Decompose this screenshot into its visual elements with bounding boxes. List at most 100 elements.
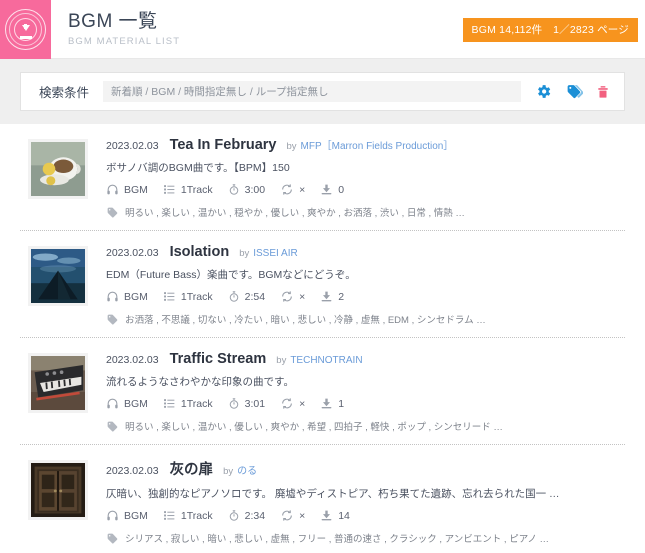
song-title[interactable]: Tea In February xyxy=(170,137,277,153)
list-item-info: 2023.02.03 灰の扉 by のる 仄暗い、独創的なピアノソロです。 廃墟… xyxy=(88,458,625,545)
meta-category-value: BGM xyxy=(124,509,148,522)
download-icon xyxy=(321,510,332,521)
by-label: by xyxy=(276,355,287,366)
song-tags-value[interactable]: 明るい , 楽しい , 温かい , 優しい , 爽やか , 希望 , 四拍子 ,… xyxy=(125,419,503,433)
thumbnail[interactable] xyxy=(28,353,88,413)
meta-tracks-value: 1Track xyxy=(180,290,213,303)
meta-tracks-value: 1Track xyxy=(180,397,213,410)
loop-icon xyxy=(282,184,292,195)
song-description: 流れるようなさわやかな印象の曲です。 xyxy=(106,376,294,388)
meta-duration-value: 2:54 xyxy=(244,290,266,303)
list-item[interactable]: 2023.02.03 Traffic Stream by TECHNOTRAIN… xyxy=(20,338,625,445)
song-meta: BGM 1Track xyxy=(106,183,625,196)
release-date: 2023.02.03 xyxy=(106,354,159,366)
headphones-icon xyxy=(107,510,118,521)
release-date: 2023.02.03 xyxy=(106,140,159,152)
meta-tracks-value: 1Track xyxy=(180,183,213,196)
search-condition-label: 検索条件 xyxy=(39,86,90,100)
release-date: 2023.02.03 xyxy=(106,247,159,259)
list-item-heading: 2023.02.03 灰の扉 by のる xyxy=(106,458,625,479)
meta-downloads-value: 1 xyxy=(338,397,345,410)
page-title: BGM 一覧 xyxy=(68,11,158,33)
meta-downloads: 0 xyxy=(320,183,344,196)
artist-link[interactable]: MFP［Marron Fields Production］ xyxy=(301,137,454,152)
song-tags: シリアス , 寂しい , 暗い , 悲しい , 虚無 , フリー , 普通の速さ… xyxy=(106,531,625,545)
by-label: by xyxy=(239,248,250,259)
meta-duration: 3:00 xyxy=(228,183,265,196)
by-label: by xyxy=(223,466,234,477)
song-description: 仄暗い、独創的なピアノソロです。 廃墟やディストピア、朽ち果てた遺跡、忘れ去られ… xyxy=(106,488,560,500)
meta-downloads-value: 2 xyxy=(338,290,345,303)
artist-link[interactable]: TECHNOTRAIN xyxy=(290,355,362,366)
song-tags: 明るい , 楽しい , 温かい , 穏やか , 優しい , 爽やか , お洒落 … xyxy=(106,205,625,219)
song-meta: BGM 1Track xyxy=(106,290,625,303)
song-meta: BGM 1Track xyxy=(106,509,625,522)
song-tags-value[interactable]: 明るい , 楽しい , 温かい , 穏やか , 優しい , 爽やか , お洒落 … xyxy=(125,205,465,219)
page-subtitle: BGM MATERIAL LIST xyxy=(68,35,181,47)
thumbnail[interactable] xyxy=(28,246,88,306)
song-title[interactable]: Traffic Stream xyxy=(170,351,267,367)
list-item-heading: 2023.02.03 Traffic Stream by TECHNOTRAIN xyxy=(106,351,625,367)
stopwatch-icon xyxy=(229,510,238,521)
loop-icon xyxy=(282,291,292,302)
meta-duration: 2:54 xyxy=(228,290,265,303)
meta-loop-value: × xyxy=(299,509,306,522)
meta-tracks-value: 1Track xyxy=(180,509,213,522)
meta-duration-value: 3:01 xyxy=(244,397,266,410)
meta-category-value: BGM xyxy=(124,183,148,196)
headphones-icon xyxy=(107,291,118,302)
tag-icon xyxy=(107,207,118,218)
tracklist-icon xyxy=(164,185,175,194)
song-tags-value[interactable]: シリアス , 寂しい , 暗い , 悲しい , 虚無 , フリー , 普通の速さ… xyxy=(125,531,549,545)
list-item[interactable]: 2023.02.03 Tea In February by MFP［Marron… xyxy=(20,124,625,231)
search-actions xyxy=(535,83,610,101)
meta-duration-value: 2:34 xyxy=(244,509,266,522)
tag-icon xyxy=(107,421,118,432)
teacup-photo-icon xyxy=(31,142,85,196)
meta-downloads: 2 xyxy=(320,290,344,303)
list-item-info: 2023.02.03 Tea In February by MFP［Marron… xyxy=(88,137,625,219)
search-condition-box: 検索条件 新着順 / BGM / 時間指定無し / ループ指定無し xyxy=(20,72,625,111)
loop-icon xyxy=(282,510,292,521)
page-header: BGM 一覧 BGM MATERIAL LIST BGM 14,112件 1／2… xyxy=(0,0,645,59)
download-icon xyxy=(321,398,332,409)
by-label: by xyxy=(286,141,297,152)
meta-loop-value: × xyxy=(299,183,306,196)
meta-loop: × xyxy=(280,509,305,522)
stopwatch-icon xyxy=(229,291,238,302)
gear-icon[interactable] xyxy=(535,83,552,100)
artist-link[interactable]: ISSEI AIR xyxy=(253,248,297,259)
pyramid-night-photo-icon xyxy=(31,249,85,303)
tag-icon[interactable] xyxy=(565,83,583,100)
list-item-info: 2023.02.03 Isolation by ISSEI AIR EDM（Fu… xyxy=(88,244,625,326)
meta-loop-value: × xyxy=(299,290,306,303)
list-item-heading: 2023.02.03 Isolation by ISSEI AIR xyxy=(106,244,625,260)
artist-link[interactable]: のる xyxy=(237,462,257,477)
tracklist-icon xyxy=(164,511,175,520)
meta-duration-value: 3:00 xyxy=(244,183,266,196)
list-item[interactable]: 2023.02.03 Isolation by ISSEI AIR EDM（Fu… xyxy=(20,231,625,338)
dark-door-photo-icon xyxy=(31,463,85,517)
site-logo[interactable] xyxy=(0,0,51,59)
search-condition-value[interactable]: 新着順 / BGM / 時間指定無し / ループ指定無し xyxy=(103,81,521,102)
download-seal-logo-icon xyxy=(5,9,46,50)
song-title[interactable]: 灰の扉 xyxy=(170,458,214,479)
song-tags-value[interactable]: お洒落 , 不思議 , 切ない , 冷たい , 暗い , 悲しい , 冷静 , … xyxy=(125,312,486,326)
headphones-icon xyxy=(107,184,118,195)
song-description: ボサノバ調のBGM曲です。【BPM】150 xyxy=(106,162,290,174)
meta-downloads-value: 14 xyxy=(338,509,350,522)
song-title[interactable]: Isolation xyxy=(170,244,230,260)
list-item[interactable]: 2023.02.03 灰の扉 by のる 仄暗い、独創的なピアノソロです。 廃墟… xyxy=(20,445,625,553)
tracklist-icon xyxy=(164,399,175,408)
meta-category-value: BGM xyxy=(124,290,148,303)
meta-loop: × xyxy=(280,397,305,410)
trash-icon[interactable] xyxy=(596,83,610,101)
thumbnail[interactable] xyxy=(28,139,88,199)
song-tags: 明るい , 楽しい , 温かい , 優しい , 爽やか , 希望 , 四拍子 ,… xyxy=(106,419,625,433)
meta-tracks: 1Track xyxy=(163,397,213,410)
meta-duration: 2:34 xyxy=(228,509,265,522)
meta-category-value: BGM xyxy=(124,397,148,410)
thumbnail[interactable] xyxy=(28,460,88,520)
song-meta: BGM 1Track xyxy=(106,397,625,410)
tracklist-icon xyxy=(164,292,175,301)
